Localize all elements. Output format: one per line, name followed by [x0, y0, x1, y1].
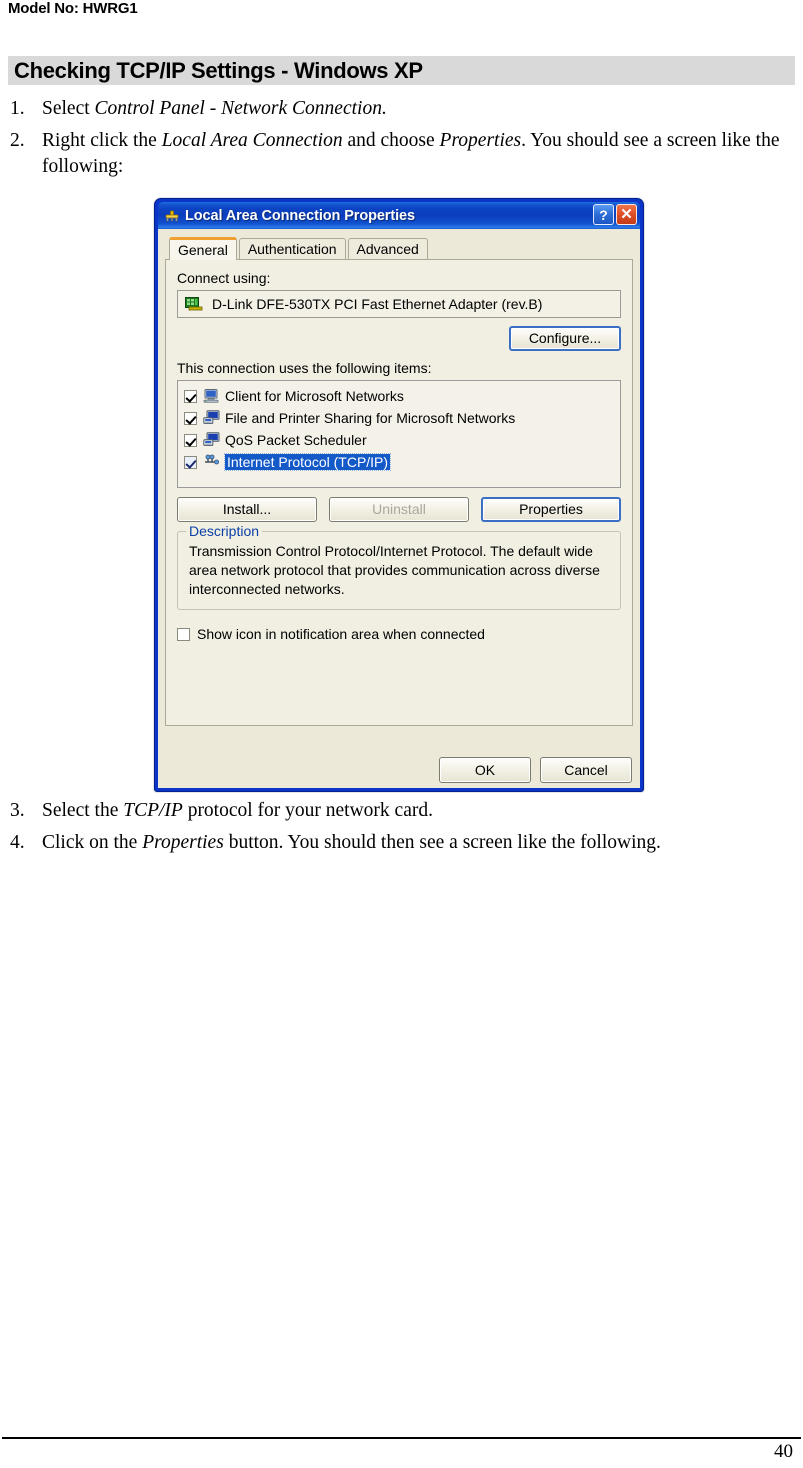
component-checkbox[interactable]	[184, 411, 197, 425]
configure-button[interactable]: Configure...	[509, 326, 621, 351]
component-list-item[interactable]: File and Printer Sharing for Microsoft N…	[184, 407, 617, 429]
step-item: 1. Select Control Panel - Network Connect…	[8, 96, 788, 122]
component-checkbox[interactable]	[184, 455, 197, 469]
step-number: 2.	[10, 130, 25, 151]
component-list-item[interactable]: Client for Microsoft Networks	[184, 385, 617, 407]
cancel-button-label: Cancel	[564, 762, 608, 778]
step-plain: button. You should then see a screen lik…	[223, 832, 661, 853]
step-emphasis: TCP/IP	[123, 800, 183, 821]
steps-list-top: 1. Select Control Panel - Network Connect…	[8, 96, 788, 186]
step-number: 1.	[10, 98, 25, 119]
dialog-title: Local Area Connection Properties	[185, 207, 415, 224]
component-checkbox[interactable]	[184, 389, 197, 403]
step-plain: and choose	[342, 130, 440, 151]
items-label: This connection uses the following items…	[177, 360, 432, 376]
help-button[interactable]: ?	[593, 204, 614, 225]
tab-general[interactable]: General	[169, 237, 237, 260]
ok-button-label: OK	[474, 762, 496, 778]
components-listbox[interactable]: Client for Microsoft Networks File and Pr…	[177, 380, 621, 488]
component-label: QoS Packet Scheduler	[225, 432, 367, 448]
show-icon-checkbox[interactable]	[177, 627, 190, 641]
ok-button[interactable]: OK	[439, 757, 531, 783]
step-emphasis: Properties	[142, 832, 224, 853]
adapter-display: D-Link DFE-530TX PCI Fast Ethernet Adapt…	[177, 290, 621, 318]
step-item: 3. Select the TCP/IP protocol for your ne…	[8, 798, 788, 824]
protocol-icon	[203, 454, 220, 470]
dialog-body: General Authentication Advanced Connect us…	[158, 229, 640, 788]
network-adapter-icon	[185, 297, 203, 311]
page-number: 40	[774, 1441, 793, 1462]
step-number: 4.	[10, 832, 25, 853]
general-tab-panel: Connect using: D-Link DFE-530TX PCI Fast…	[165, 259, 633, 726]
footer-divider	[2, 1437, 801, 1439]
steps-list-bottom: 3. Select the TCP/IP protocol for your ne…	[8, 798, 788, 862]
component-label: Internet Protocol (TCP/IP)	[223, 453, 392, 471]
description-group: Description Transmission Control Protoco…	[177, 523, 621, 610]
step-text: Click on the Properties button. You shou…	[42, 830, 788, 856]
connect-using-label: Connect using:	[177, 270, 271, 286]
tab-label: Authentication	[247, 241, 337, 257]
configure-button-label: Configure...	[528, 330, 602, 346]
component-label: File and Printer Sharing for Microsoft N…	[225, 410, 516, 426]
adapter-name: D-Link DFE-530TX PCI Fast Ethernet Adapt…	[212, 296, 543, 312]
step-plain: Select the	[42, 800, 124, 821]
step-emphasis: Local Area Connection	[161, 130, 343, 151]
dialog-title-bar[interactable]: Local Area Connection Properties ? ✕	[158, 202, 640, 229]
help-icon: ?	[599, 206, 608, 223]
properties-button[interactable]: Properties	[481, 497, 621, 522]
show-icon-checkbox-label: Show icon in notification area when conn…	[197, 626, 485, 642]
close-icon: ✕	[620, 206, 633, 223]
step-plain: Right click the	[42, 130, 162, 151]
title-bar-buttons: ? ✕	[593, 204, 637, 225]
dialog-footer-buttons: OK Cancel	[439, 757, 632, 783]
step-plain: Click on the	[42, 832, 143, 853]
cancel-button[interactable]: Cancel	[540, 757, 632, 783]
step-emphasis: Control Panel - Network Connection.	[94, 98, 387, 119]
network-plug-icon	[164, 208, 180, 224]
qos-scheduler-icon	[203, 432, 220, 448]
computer-client-icon	[203, 388, 220, 404]
uninstall-button-label: Uninstall	[372, 501, 426, 517]
tab-advanced[interactable]: Advanced	[347, 238, 428, 259]
step-text: Right click the Local Area Connection an…	[42, 128, 788, 180]
step-item: 2. Right click the Local Area Connection …	[8, 128, 788, 180]
section-heading-band: Checking TCP/IP Settings - Windows XP	[8, 56, 795, 85]
description-text: Transmission Control Protocol/Internet P…	[189, 543, 600, 597]
step-text: Select the TCP/IP protocol for your netw…	[42, 798, 788, 824]
page-title: Checking TCP/IP Settings - Windows XP	[14, 58, 423, 83]
step-plain: protocol for your network card.	[182, 800, 433, 821]
component-checkbox[interactable]	[184, 433, 197, 447]
tab-authentication[interactable]: Authentication	[238, 238, 346, 259]
uninstall-button: Uninstall	[329, 497, 469, 522]
local-area-connection-properties-dialog: Local Area Connection Properties ? ✕ Gen…	[154, 198, 644, 792]
install-button[interactable]: Install...	[177, 497, 317, 522]
install-button-label: Install...	[222, 501, 272, 517]
component-list-item[interactable]: QoS Packet Scheduler	[184, 429, 617, 451]
step-number: 3.	[10, 800, 25, 821]
step-item: 4. Click on the Properties button. You sh…	[8, 830, 788, 856]
properties-button-label: Properties	[519, 501, 583, 517]
component-label: Client for Microsoft Networks	[225, 388, 404, 404]
tab-label: Advanced	[356, 241, 419, 257]
component-list-item[interactable]: Internet Protocol (TCP/IP)	[184, 451, 617, 473]
step-emphasis: Properties	[439, 130, 522, 151]
close-button[interactable]: ✕	[616, 204, 637, 225]
configure-row: Configure...	[177, 326, 621, 351]
description-group-title: Description	[186, 523, 263, 539]
step-text: Select Control Panel - Network Connectio…	[42, 96, 788, 122]
show-icon-checkbox-row[interactable]: Show icon in notification area when conn…	[177, 626, 621, 642]
file-printer-sharing-icon	[203, 410, 220, 426]
component-action-buttons: Install... Uninstall Properties	[177, 497, 621, 522]
page-running-header: Model No: HWRG1	[8, 0, 138, 17]
tab-label: General	[178, 242, 228, 258]
dialog-tabstrip: General Authentication Advanced	[165, 236, 633, 260]
step-plain: Select	[42, 98, 95, 119]
